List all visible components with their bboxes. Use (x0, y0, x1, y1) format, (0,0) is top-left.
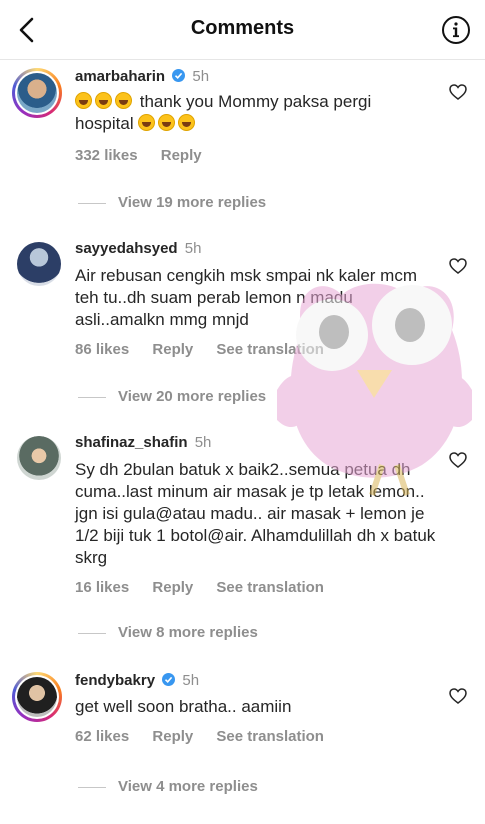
heart-icon[interactable] (449, 84, 467, 100)
info-circle-icon (442, 16, 470, 44)
comment-text: Sy dh 2bulan batuk x baik2..semua petua … (75, 460, 436, 567)
avatar[interactable] (12, 672, 62, 722)
comment-text: thank you Mommy paksa pergi hospital (75, 92, 372, 133)
likes-count[interactable]: 16 likes (75, 579, 129, 596)
likes-count[interactable]: 332 likes (75, 147, 138, 164)
laughing-emoji-icon (115, 92, 132, 109)
heart-icon[interactable] (449, 452, 467, 468)
divider (78, 202, 106, 204)
laughing-emoji-icon (75, 92, 92, 109)
page-title: Comments (190, 17, 295, 39)
view-replies-button[interactable]: View 20 more replies (78, 388, 266, 405)
comment-time: 5h (192, 68, 210, 85)
crying-laughing-emoji-icon (158, 114, 176, 131)
avatar[interactable] (12, 68, 62, 118)
comment-time: 5h (184, 240, 202, 257)
likes-count[interactable]: 86 likes (75, 341, 129, 358)
comment-time: 5h (182, 672, 200, 689)
comment-username[interactable]: amarbaharin (75, 68, 165, 85)
divider (78, 396, 106, 398)
see-translation-button[interactable]: See translation (216, 728, 324, 745)
see-translation-button[interactable]: See translation (216, 341, 324, 358)
reply-button[interactable]: Reply (152, 579, 193, 596)
reply-button[interactable]: Reply (152, 341, 193, 358)
likes-count[interactable]: 62 likes (75, 728, 129, 745)
comment-text: Air rebusan cengkih msk smpai nk kaler m… (75, 266, 418, 329)
verified-badge-icon (162, 673, 176, 686)
reply-button[interactable]: Reply (161, 147, 202, 164)
view-replies-button[interactable]: View 19 more replies (78, 194, 266, 211)
comment-username[interactable]: shafinaz_shafin (75, 434, 188, 451)
laughing-emoji-icon (95, 92, 112, 109)
info-button[interactable] (441, 15, 471, 45)
crying-laughing-emoji-icon (178, 114, 196, 131)
avatar[interactable] (17, 436, 61, 480)
verified-badge-icon (172, 69, 186, 82)
comment-time: 5h (194, 434, 212, 451)
comment-username[interactable]: fendybakry (75, 672, 155, 689)
header-bar: Comments (0, 0, 485, 60)
crying-laughing-emoji-icon (138, 114, 156, 131)
see-translation-button[interactable]: See translation (216, 579, 324, 596)
divider (78, 786, 106, 788)
comment-text: get well soon bratha.. aamiin (75, 697, 292, 716)
heart-icon[interactable] (449, 688, 467, 704)
heart-icon[interactable] (449, 258, 467, 274)
comment-username[interactable]: sayyedahsyed (75, 240, 178, 257)
reply-button[interactable]: Reply (152, 728, 193, 745)
view-replies-button[interactable]: View 4 more replies (78, 778, 258, 795)
divider (78, 632, 106, 634)
view-replies-button[interactable]: View 8 more replies (78, 624, 258, 641)
avatar[interactable] (17, 242, 61, 286)
